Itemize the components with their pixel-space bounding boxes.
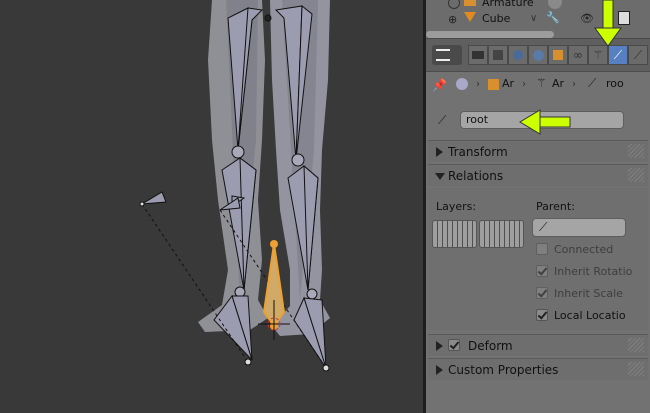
annotation-arrow-down-icon: [594, 0, 622, 47]
annotation-overlay: [519, 0, 622, 135]
annotation-arrow-left-icon: [519, 109, 571, 135]
